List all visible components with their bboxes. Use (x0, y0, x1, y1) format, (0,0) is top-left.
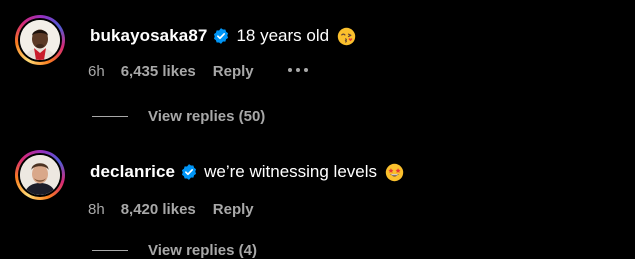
divider (92, 116, 128, 117)
comment-line: declanrice we’re witnessing levels (90, 162, 404, 182)
timestamp: 8h (88, 201, 105, 218)
username[interactable]: bukayosaka87 (90, 26, 207, 46)
likes-count[interactable]: 8,420 likes (121, 201, 196, 218)
face-blowing-kiss-emoji-icon (337, 27, 356, 45)
comment-line: bukayosaka87 18 years old (90, 26, 356, 46)
view-replies-label: View replies (4) (148, 242, 257, 259)
avatar-image (20, 20, 60, 60)
likes-count[interactable]: 6,435 likes (121, 63, 196, 80)
avatar[interactable] (15, 15, 65, 65)
view-replies-button[interactable]: View replies (50) (92, 108, 265, 125)
star-struck-emoji-icon (385, 163, 404, 181)
more-options-icon[interactable] (288, 60, 308, 80)
verified-badge-icon (182, 164, 197, 180)
verified-badge-icon (214, 28, 229, 44)
timestamp: 6h (88, 63, 105, 80)
view-replies-label: View replies (50) (148, 108, 266, 125)
reply-button[interactable]: Reply (213, 63, 254, 80)
divider (92, 250, 128, 251)
comment-meta: 8h 8,420 likes Reply (88, 201, 254, 218)
comment-text: 18 years old (236, 26, 330, 45)
comment-text: we’re witnessing levels (204, 162, 378, 181)
view-replies-button[interactable]: View replies (4) (92, 242, 257, 259)
reply-button[interactable]: Reply (213, 201, 254, 218)
username[interactable]: declanrice (90, 162, 175, 182)
avatar[interactable] (15, 150, 65, 200)
avatar-image (20, 155, 60, 195)
comment-meta: 6h 6,435 likes Reply (88, 63, 254, 80)
